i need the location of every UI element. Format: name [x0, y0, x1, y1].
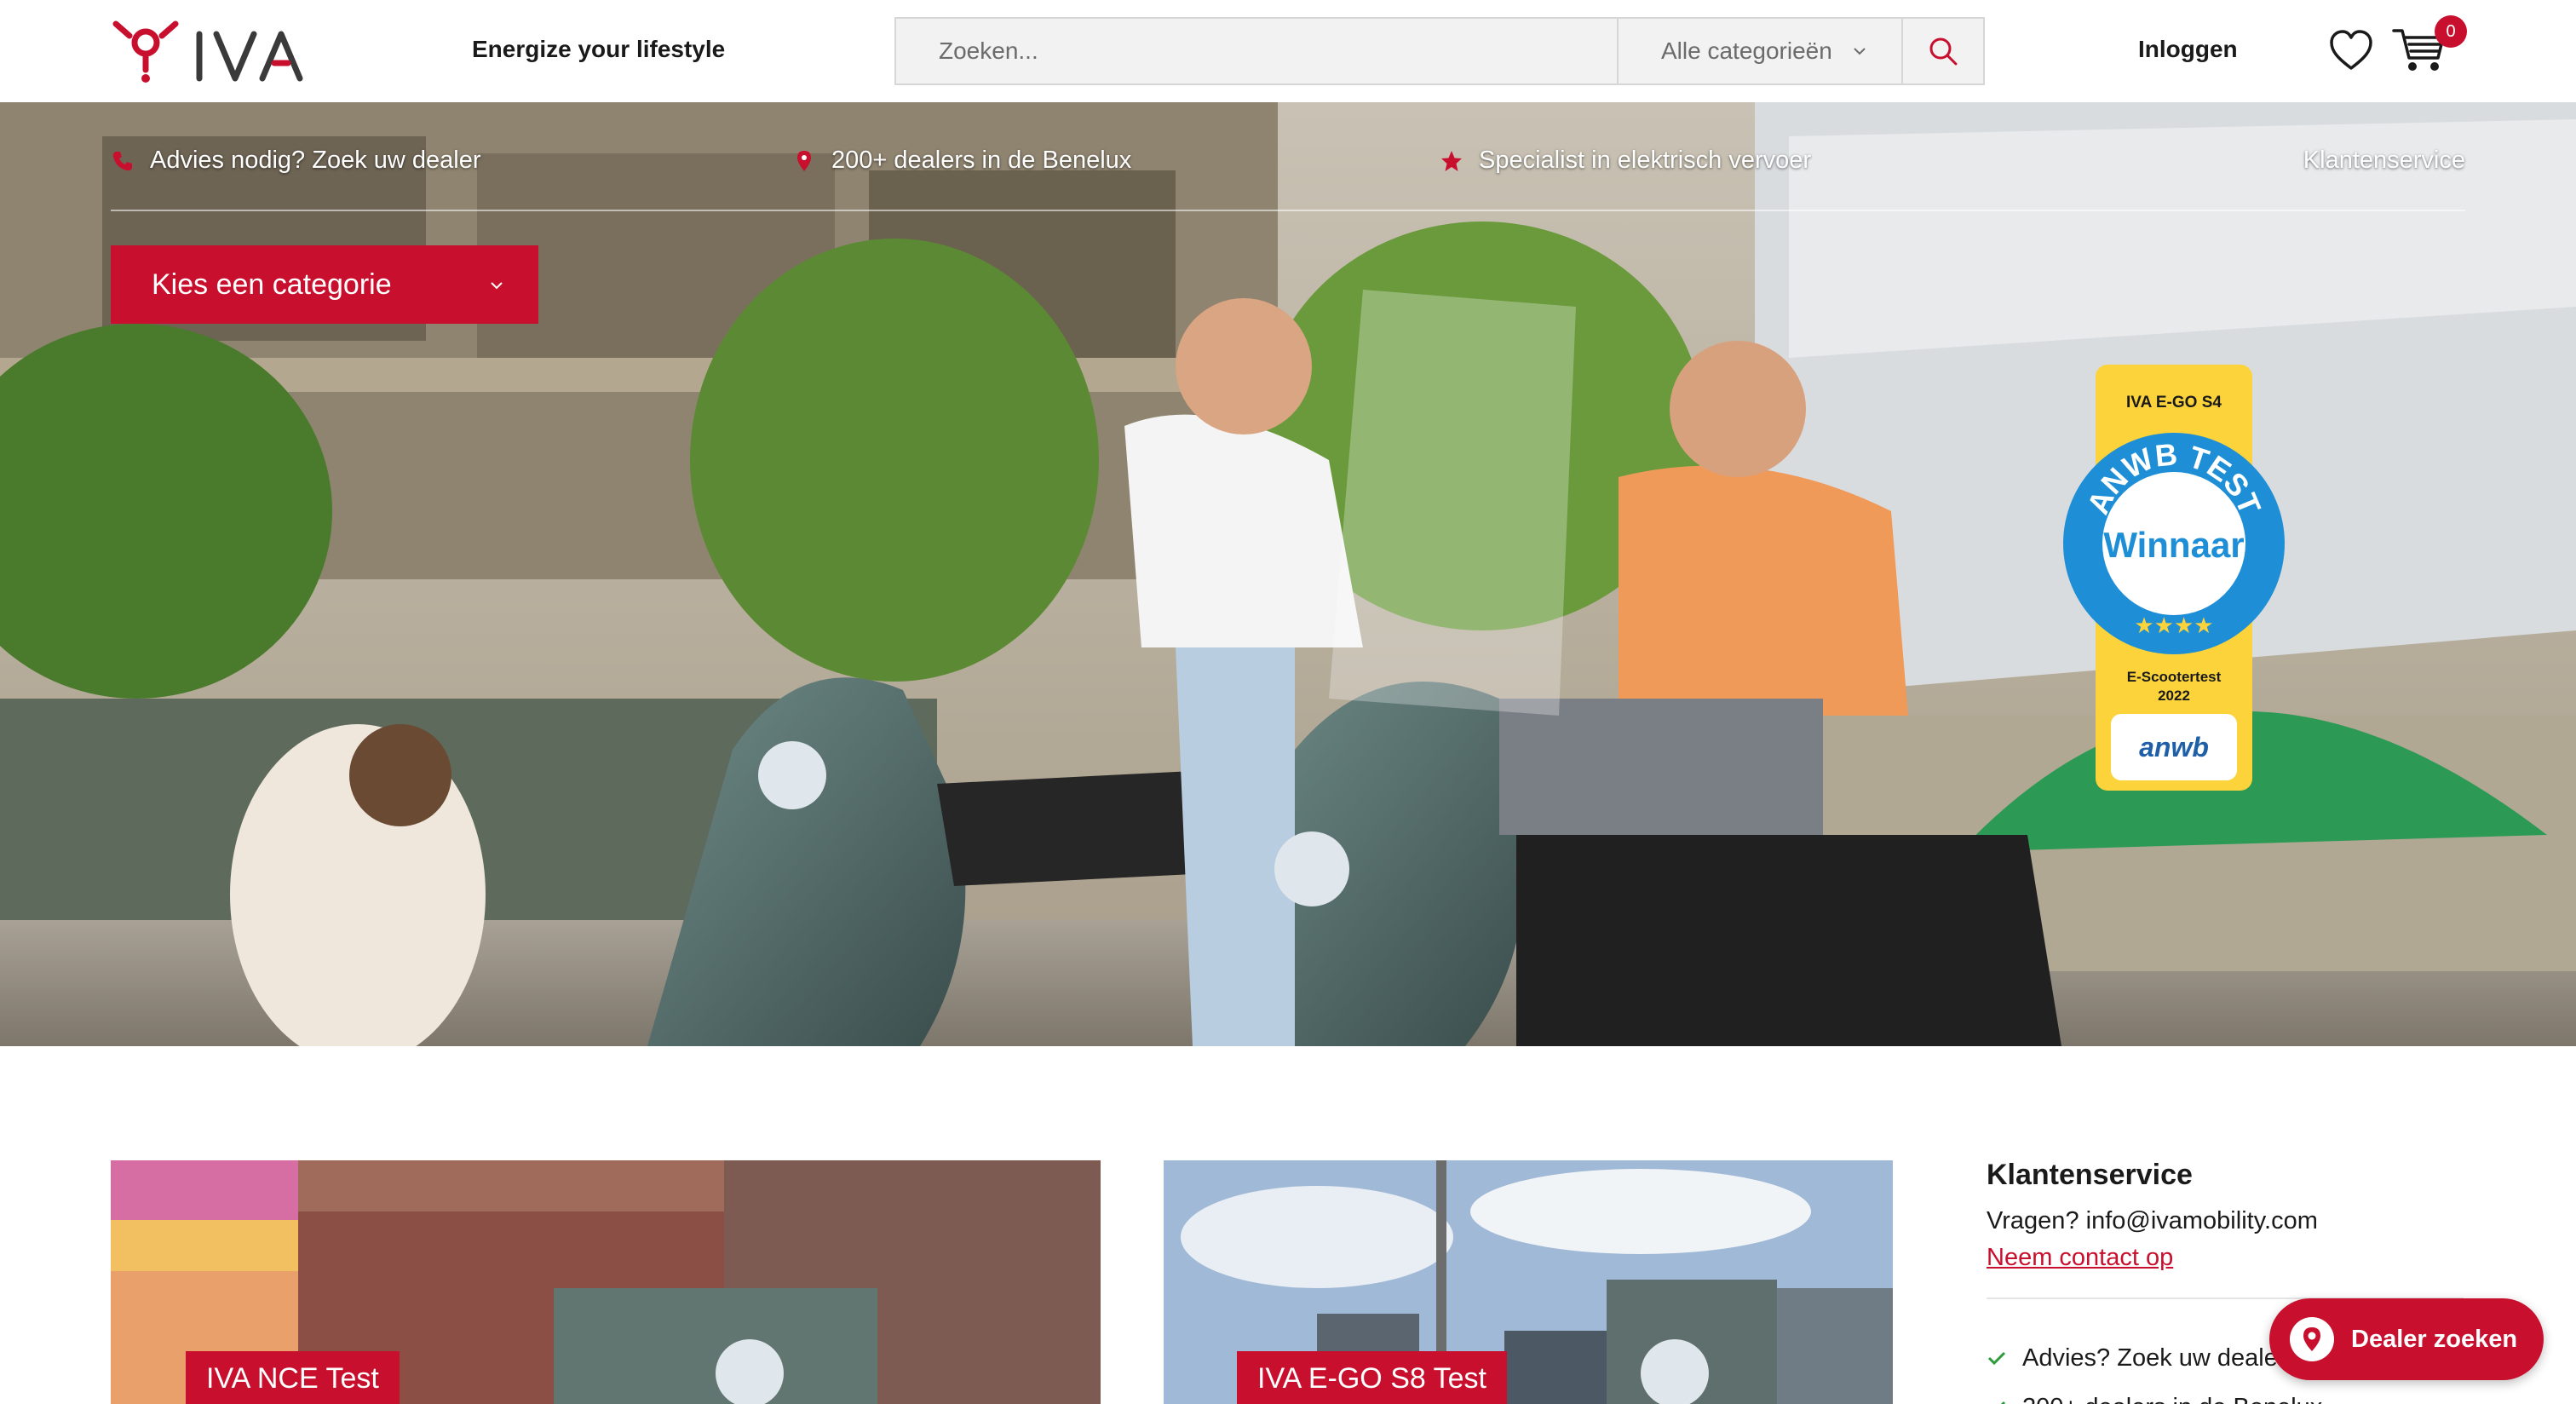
badge-result: Winnaar [2103, 525, 2244, 565]
chevron-down-icon [1854, 48, 1866, 55]
hero-banner: Advies nodig? Zoek uw dealer 200+ dealer… [0, 102, 2576, 1046]
usp-item-dealer-advice[interactable]: Advies nodig? Zoek uw dealer [111, 147, 481, 175]
category-select[interactable]: Alle categorieën [1617, 19, 1901, 83]
card-label: IVA NCE Test [186, 1351, 400, 1404]
category-dropdown-label: Kies een categorie [152, 268, 392, 301]
usp-label: Specialist in elektrisch vervoer [1479, 147, 1812, 174]
badge-brand: anwb [2139, 732, 2209, 762]
anwb-test-badge: IVA E-GO S4 ANWB TEST Winnaar ★★★★ E-Sco… [2063, 365, 2285, 791]
article-card-ego-s8[interactable]: IVA E-GO S8 Test [1164, 1160, 1893, 1404]
star-icon [1441, 150, 1462, 171]
phone-icon [112, 151, 132, 170]
map-pin-icon [797, 150, 811, 171]
card-label: IVA E-GO S8 Test [1237, 1351, 1507, 1404]
list-item: 200+ dealers in de Benelux [1987, 1383, 2498, 1404]
category-dropdown-button[interactable]: Kies een categorie [111, 245, 538, 324]
badge-caption-1: E-Scootertest [2127, 669, 2222, 685]
usp-item-dealers[interactable]: 200+ dealers in de Benelux [792, 147, 1131, 175]
find-dealer-label: Dealer zoeken [2351, 1325, 2518, 1353]
contact-link[interactable]: Neem contact op [1987, 1244, 2173, 1272]
search-input[interactable] [896, 19, 1617, 83]
iva-logo[interactable] [111, 19, 322, 85]
svg-text:★★★★: ★★★★ [2134, 613, 2213, 639]
chevron-down-icon [491, 282, 503, 290]
cart-count-badge: 0 [2435, 15, 2467, 48]
search-bar: Alle categorieën [894, 17, 1985, 85]
usp-bar: Advies nodig? Zoek uw dealer 200+ dealer… [111, 102, 2465, 211]
usp-item-specialist[interactable]: Specialist in elektrisch vervoer [1440, 147, 1811, 175]
badge-stars: ★★★★ [2134, 613, 2213, 639]
badge-caption-2: 2022 [2158, 688, 2190, 704]
article-card-nce[interactable]: IVA NCE Test [111, 1160, 1101, 1404]
panel-question: Vragen? info@ivamobility.com [1987, 1207, 2318, 1234]
panel-title: Klantenservice [1987, 1159, 2193, 1191]
heart-icon[interactable] [2329, 29, 2373, 72]
map-pin-icon [2290, 1317, 2334, 1361]
site-header: Energize your lifestyle Alle categorieën… [0, 0, 2576, 102]
check-icon [2000, 1401, 2006, 1404]
category-select-label: Alle categorieën [1661, 37, 1832, 64]
search-icon [1929, 37, 1958, 66]
list-item-label: Advies? Zoek uw dealer [2022, 1344, 2286, 1372]
tagline: Energize your lifestyle [472, 36, 726, 62]
list-item-label: 200+ dealers in de Benelux [2022, 1394, 2322, 1404]
find-dealer-button[interactable]: Dealer zoeken [2269, 1298, 2544, 1380]
check-icon [1987, 1351, 2006, 1366]
usp-label: Advies nodig? Zoek uw dealer [150, 147, 481, 174]
usp-label: 200+ dealers in de Benelux [831, 147, 1132, 174]
search-button[interactable] [1901, 19, 1983, 83]
customer-service-link[interactable]: Klantenservice [2303, 147, 2465, 175]
badge-model: IVA E-GO S4 [2126, 394, 2222, 411]
login-link[interactable]: Inloggen [2138, 36, 2238, 63]
